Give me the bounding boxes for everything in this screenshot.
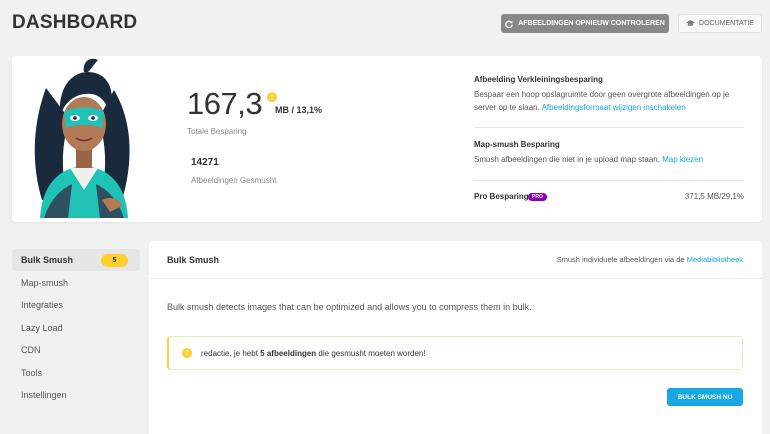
- directory-smush-title: Map-smush Besparing: [474, 140, 560, 149]
- sidebar-item-tools[interactable]: Tools: [12, 362, 140, 384]
- documentation-button[interactable]: DOCUMENTATIE: [678, 14, 762, 33]
- choose-directory-link[interactable]: Map kiezen: [662, 155, 703, 164]
- pro-badge: PRO: [528, 193, 547, 201]
- sidebar-item-label: Bulk Smush: [21, 255, 74, 265]
- directory-smush-text: Smush afbeeldingen die niet in je upload…: [474, 153, 744, 166]
- sidebar-item-cdn[interactable]: CDN: [12, 339, 140, 361]
- media-library-link[interactable]: Mediabibliotheek: [687, 255, 743, 264]
- smushed-count-label: Afbeeldingen Gesmusht: [191, 176, 277, 185]
- refresh-icon: [505, 20, 514, 28]
- pro-savings-label: Pro Besparing: [474, 192, 529, 201]
- documentation-label: DOCUMENTATIE: [699, 20, 754, 27]
- pro-savings-row: Pro Besparing PRO 371,5 MB/29,1%: [474, 192, 744, 204]
- sidebar-nav: Bulk Smush 5 Map-smush Integraties Lazy …: [12, 249, 140, 407]
- enable-resize-link[interactable]: Afbeeldingsformaat wijzigen inschakelen: [542, 103, 686, 112]
- sidebar-item-label: Integraties: [21, 300, 64, 310]
- sidebar-item-directory-smush[interactable]: Map-smush: [12, 272, 140, 294]
- divider: [474, 180, 744, 181]
- total-savings-value: 167,3: [187, 86, 263, 121]
- sidebar-item-settings[interactable]: Instellingen: [12, 384, 140, 406]
- total-savings-label: Totale Besparing: [187, 127, 247, 136]
- panel-title: Bulk Smush: [167, 255, 220, 265]
- total-savings-unit: MB / 13,1%: [275, 105, 323, 115]
- sidebar-item-lazy-load[interactable]: Lazy Load: [12, 317, 140, 339]
- directory-smush-description: Smush afbeeldingen die niet in je upload…: [474, 155, 660, 164]
- smushed-count-value: 14271: [191, 157, 219, 168]
- sidebar-item-label: Tools: [21, 367, 43, 378]
- notice-text: redactie, je hebt 5 afbeeldingen die ges…: [201, 349, 426, 358]
- notice-text-post: die gesmusht moeten worden!: [318, 348, 426, 358]
- warning-notice: ! redactie, je hebt 5 afbeeldingen die g…: [167, 336, 743, 370]
- sidebar-item-label: Instellingen: [21, 390, 67, 400]
- directory-smush-section: Map-smush Besparing Smush afbeeldingen d…: [474, 140, 744, 166]
- resize-savings-text-line2: server op te slaan.: [474, 103, 540, 112]
- graduation-cap-icon: [686, 20, 696, 27]
- resize-savings-text-line1: Bespaar een hoop opslagruimte door geen …: [474, 90, 730, 99]
- sidebar-item-integrations[interactable]: Integraties: [12, 294, 140, 316]
- recheck-images-button[interactable]: AFBEELDINGEN OPNIEUW CONTROLEREN: [501, 14, 669, 33]
- notice-text-bold: 5 afbeeldingen: [260, 348, 317, 358]
- resize-savings-title: Afbeelding Verkleiningsbesparing: [474, 75, 603, 84]
- divider: [474, 127, 744, 128]
- recheck-images-label: AFBEELDINGEN OPNIEUW CONTROLEREN: [518, 20, 665, 27]
- panel-aside-text: Smush individuele afbeeldingen via de Me…: [557, 255, 743, 264]
- page-title: DASHBOARD: [12, 12, 138, 33]
- info-icon[interactable]: i: [267, 92, 277, 102]
- panel-aside-label: Smush individuele afbeeldingen via de: [556, 255, 685, 264]
- count-badge: 5: [101, 254, 128, 267]
- sidebar-item-bulk-smush[interactable]: Bulk Smush 5: [12, 249, 140, 271]
- sidebar-item-label: Lazy Load: [21, 322, 63, 333]
- resize-savings-section: Afbeelding Verkleiningsbesparing Bespaar…: [474, 75, 744, 114]
- page-header: DASHBOARD AFBEELDINGEN OPNIEUW CONTROLER…: [0, 0, 770, 50]
- resize-savings-text: Bespaar een hoop opslagruimte door geen …: [474, 88, 744, 114]
- bulk-smush-panel: Bulk Smush Smush individuele afbeeldinge…: [149, 241, 762, 434]
- warning-icon: !: [182, 348, 192, 358]
- sidebar-item-label: Map-smush: [21, 277, 69, 288]
- panel-description: Bulk smush detects images that can be op…: [167, 302, 532, 312]
- smush-mascot-illustration: [34, 58, 130, 218]
- notice-text-pre: redactie, je hebt: [201, 348, 258, 358]
- pro-savings-value: 371,5 MB/29,1%: [684, 192, 744, 201]
- sidebar-item-label: CDN: [21, 345, 41, 355]
- bulk-smush-now-button[interactable]: BULK SMUSH NU: [667, 388, 743, 406]
- panel-header: Bulk Smush Smush individuele afbeeldinge…: [149, 241, 762, 279]
